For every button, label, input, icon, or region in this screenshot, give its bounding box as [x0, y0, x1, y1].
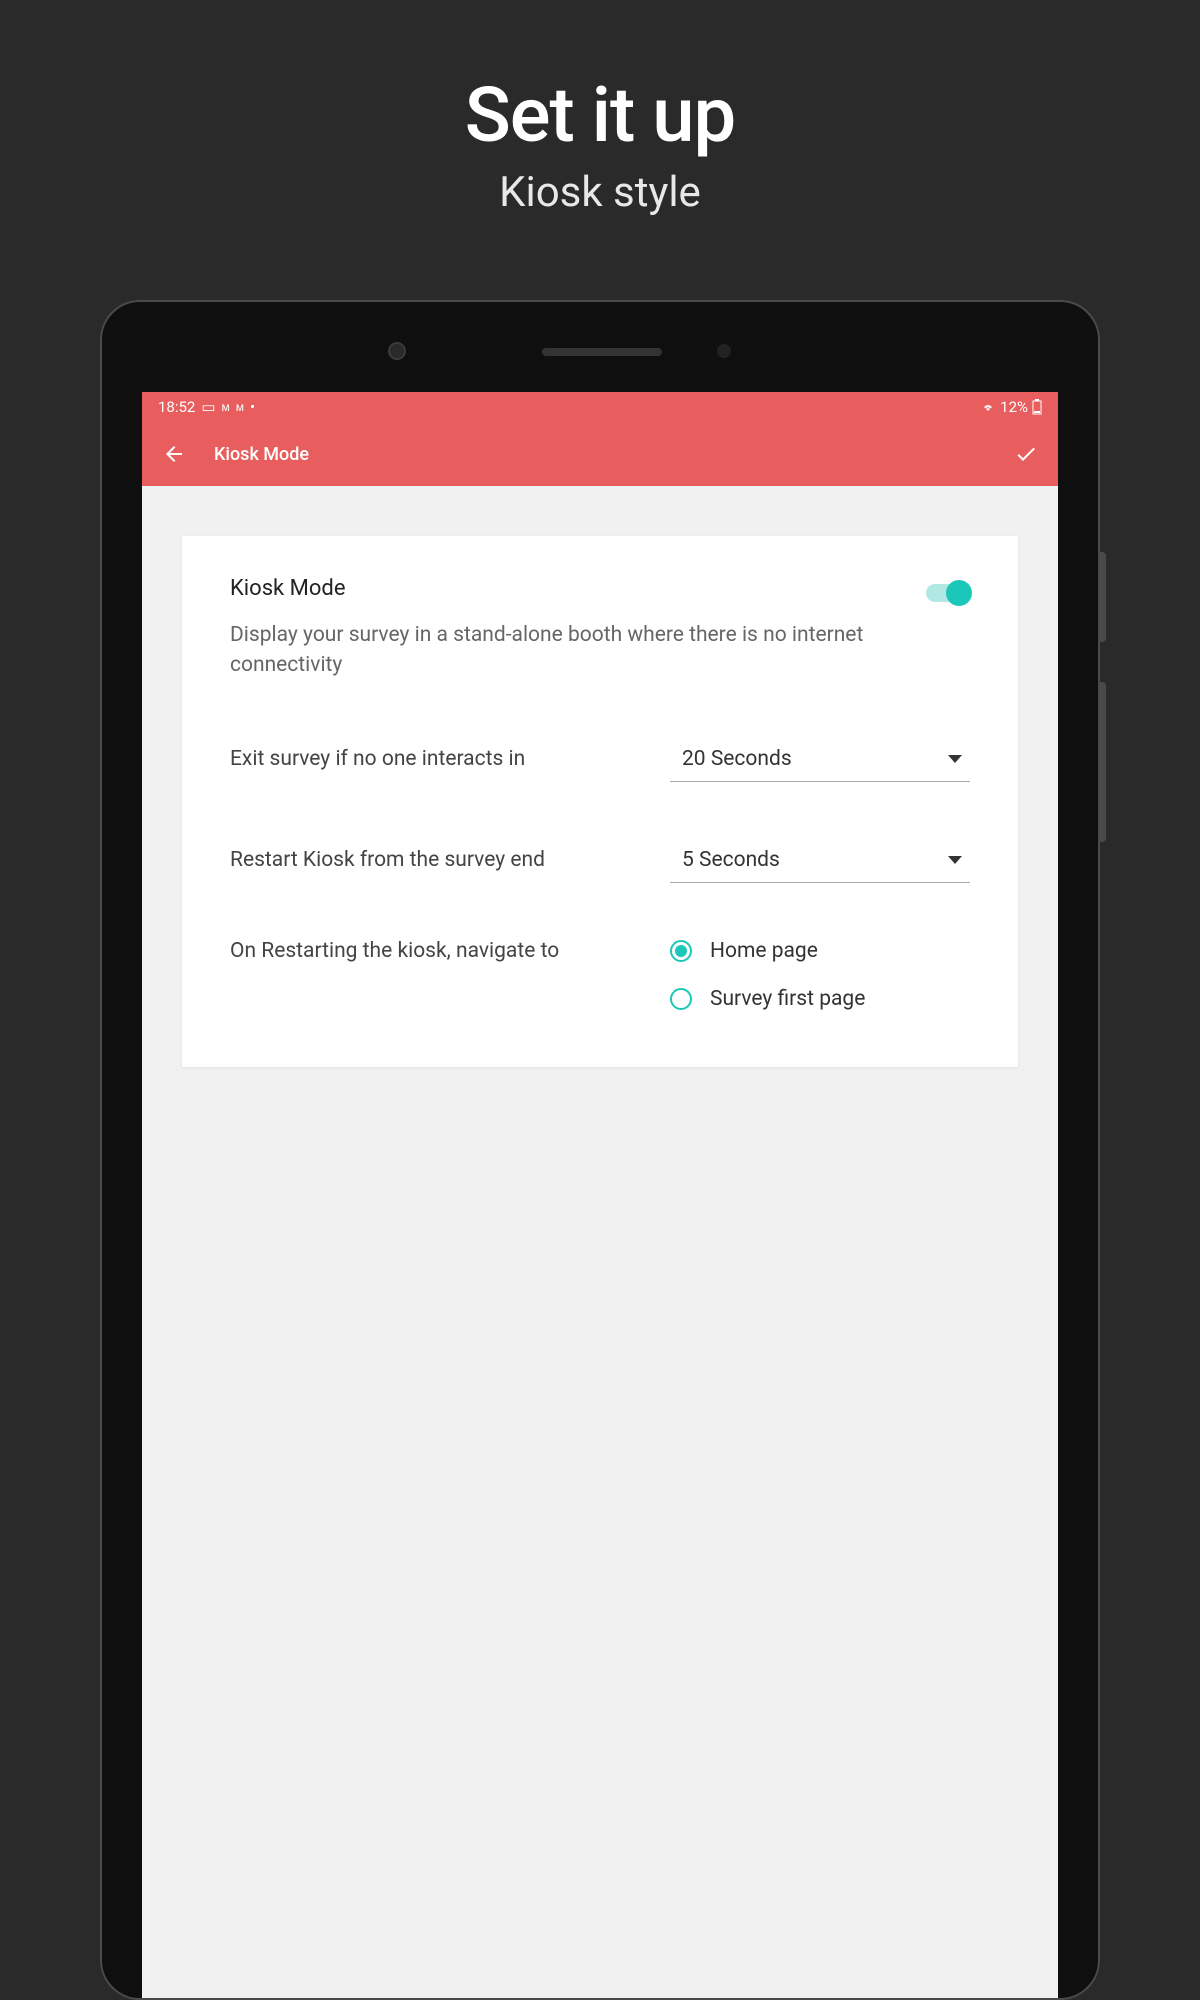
radio-icon — [670, 988, 692, 1010]
app-bar-title: Kiosk Mode — [214, 444, 1014, 465]
tablet-camera — [388, 342, 406, 360]
tablet-side-button — [1098, 552, 1106, 642]
tablet-speaker — [542, 348, 662, 356]
section-title: Kiosk Mode — [230, 576, 346, 601]
tablet-frame: 18:52 ▭ ᴍ ᴍ • 12% Kiosk Mode Ki — [100, 300, 1100, 2000]
exit-timeout-dropdown[interactable]: 20 Seconds — [670, 737, 970, 782]
wifi-icon — [980, 401, 996, 413]
navigate-label: On Restarting the kiosk, navigate to — [230, 939, 559, 963]
battery-icon — [1032, 399, 1042, 415]
status-right: 12% — [980, 398, 1042, 416]
screen: 18:52 ▭ ᴍ ᴍ • 12% Kiosk Mode Ki — [142, 392, 1058, 1998]
status-icon: ᴍ — [222, 400, 230, 414]
hero: Set it up Kiosk style — [0, 0, 1200, 217]
battery-text: 12% — [1000, 398, 1028, 416]
toggle-thumb — [946, 580, 972, 606]
radio-label: Survey first page — [710, 987, 865, 1011]
status-time: 18:52 — [158, 398, 195, 416]
hero-title: Set it up — [0, 70, 1200, 160]
chevron-down-icon — [948, 856, 962, 864]
tablet-sensor — [717, 344, 731, 358]
hero-subtitle: Kiosk style — [0, 168, 1200, 217]
restart-delay-label: Restart Kiosk from the survey end — [230, 848, 545, 872]
restart-delay-value: 5 Seconds — [682, 848, 780, 872]
restart-delay-dropdown[interactable]: 5 Seconds — [670, 838, 970, 883]
exit-timeout-value: 20 Seconds — [682, 747, 792, 771]
status-icon: ▭ — [201, 398, 215, 416]
back-arrow-icon[interactable] — [162, 442, 186, 466]
settings-card: Kiosk Mode Display your survey in a stan… — [182, 536, 1018, 1067]
chevron-down-icon — [948, 755, 962, 763]
radio-survey-first-page[interactable]: Survey first page — [670, 987, 970, 1011]
confirm-check-icon[interactable] — [1014, 442, 1038, 466]
section-description: Display your survey in a stand-alone boo… — [230, 620, 881, 681]
app-bar: Kiosk Mode — [142, 422, 1058, 486]
tablet-side-button — [1098, 682, 1106, 842]
kiosk-mode-toggle[interactable] — [926, 584, 970, 602]
status-left: 18:52 ▭ ᴍ ᴍ • — [158, 398, 255, 416]
status-icon: • — [250, 398, 255, 416]
radio-label: Home page — [710, 939, 818, 963]
status-icon: ᴍ — [236, 400, 244, 414]
navigate-radio-group: Home page Survey first page — [670, 939, 970, 1011]
status-bar: 18:52 ▭ ᴍ ᴍ • 12% — [142, 392, 1058, 422]
exit-timeout-label: Exit survey if no one interacts in — [230, 747, 525, 771]
radio-icon — [670, 940, 692, 962]
radio-home-page[interactable]: Home page — [670, 939, 970, 963]
